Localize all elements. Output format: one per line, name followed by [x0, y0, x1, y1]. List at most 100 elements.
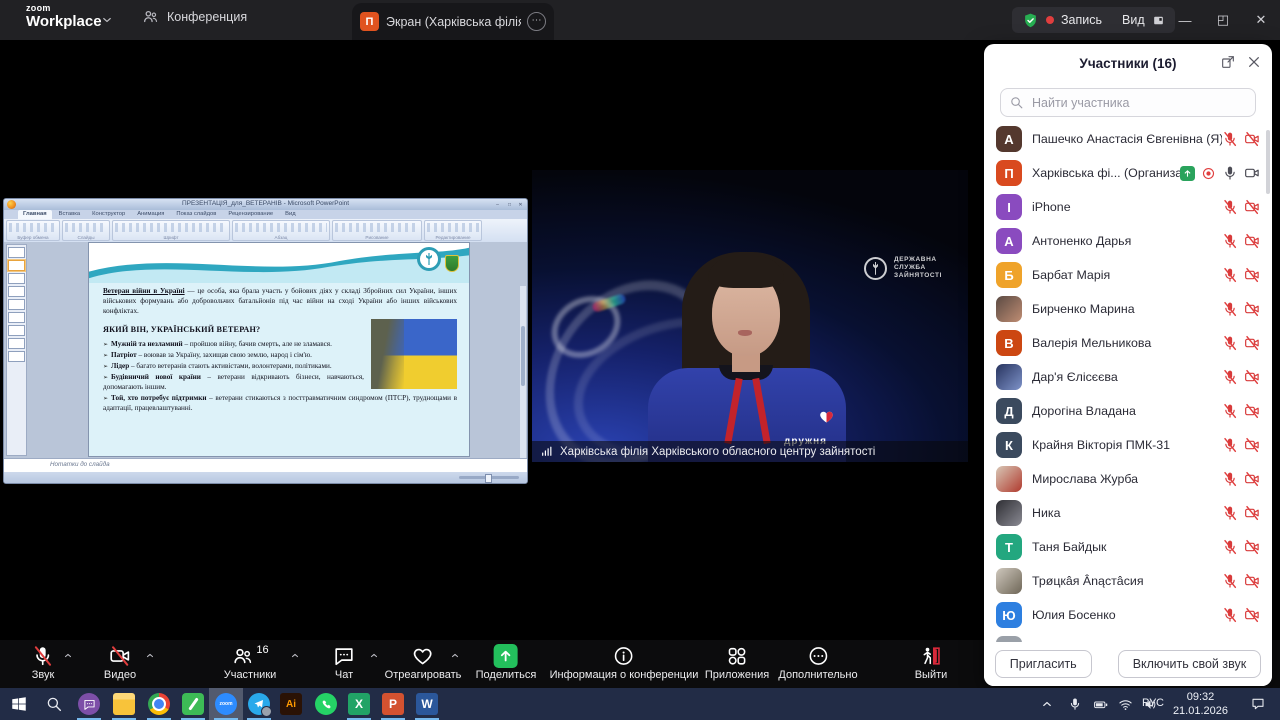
slide-thumbnail[interactable]: [8, 260, 25, 271]
ppt-maximize-button[interactable]: □: [504, 201, 515, 209]
toolbar-leave-button[interactable]: Выйти: [915, 643, 948, 681]
taskbar-whatsapp-icon[interactable]: [309, 688, 343, 720]
toolbar-react-button[interactable]: Отреагировать: [385, 643, 462, 681]
taskbar-telegram-icon[interactable]: [242, 688, 276, 720]
slide-thumbnail[interactable]: [8, 247, 25, 258]
taskbar-clock[interactable]: 09:32 21.01.2026: [1173, 691, 1228, 719]
search-input[interactable]: [1030, 95, 1234, 111]
close-button[interactable]: ✕: [1242, 0, 1280, 40]
participant-search[interactable]: [1000, 88, 1256, 117]
ppt-tab-6[interactable]: Рецензирование: [223, 210, 278, 219]
ppt-ribbon-group[interactable]: Шрифт: [112, 220, 230, 241]
toolbar-participants-button[interactable]: 16Участники: [224, 643, 277, 681]
toolbar-chat-button[interactable]: Чат: [333, 643, 355, 681]
toolbar-video-button[interactable]: Видео: [104, 643, 136, 681]
view-label[interactable]: Вид: [1122, 13, 1145, 27]
ppt-tab-7[interactable]: Вид: [280, 210, 301, 219]
participant-row[interactable]: ПХарківська фі... (Организатор): [984, 156, 1272, 190]
participant-row[interactable]: ББарбат Марія: [984, 258, 1272, 292]
ppt-ribbon-group[interactable]: Абзац: [232, 220, 330, 241]
participant-row[interactable]: ЮЮлия Босенко: [984, 598, 1272, 632]
toolbar-more-button[interactable]: Дополнительно: [778, 643, 857, 681]
taskbar-viber-icon[interactable]: [72, 688, 106, 720]
ppt-slide-thumbnails[interactable]: [6, 244, 27, 456]
ppt-tab-2[interactable]: Вставка: [54, 210, 86, 219]
ppt-tab-3[interactable]: Конструктор: [87, 210, 130, 219]
slide-thumbnail[interactable]: [8, 312, 25, 323]
taskbar-search-icon[interactable]: [37, 688, 71, 720]
minimize-button[interactable]: ―: [1166, 0, 1204, 40]
ppt-tab-1[interactable]: Главная: [18, 210, 52, 219]
participant-row[interactable]: Бирченко Марина: [984, 292, 1272, 326]
camera-off-icon: [1244, 471, 1260, 487]
ppt-editor-body: Ветеран війни в Україні — це особа, яка …: [4, 242, 527, 458]
toolbar-video-chevron[interactable]: [145, 650, 156, 661]
participant-row[interactable]: ДДорогіна Владана: [984, 394, 1272, 428]
slide-thumbnail[interactable]: [8, 351, 25, 362]
chevron-down-icon[interactable]: [100, 13, 114, 27]
taskbar-start-icon[interactable]: [2, 688, 36, 720]
participant-row[interactable]: АПашечко Анастасія Євгенівна (Я): [984, 122, 1272, 156]
slide-thumbnail[interactable]: [8, 338, 25, 349]
slide-thumbnail[interactable]: [8, 325, 25, 336]
taskbar-lines-icon[interactable]: [176, 688, 210, 720]
speaker-video-tile[interactable]: ДЕРЖАВНАСЛУЖБАЗАЙНЯТОСТІ дружня Харківсь…: [532, 170, 968, 462]
tray-mic-icon[interactable]: [1068, 688, 1082, 720]
participant-row[interactable]: Ника: [984, 496, 1272, 530]
toolbar-apps-button[interactable]: Приложения: [705, 643, 769, 681]
tray-chevron-up-icon[interactable]: [1040, 688, 1054, 720]
participant-row[interactable]: ККрайня Вікторія ПМК-31: [984, 428, 1272, 462]
ppt-notes-pane[interactable]: Нотатки до слайда: [4, 458, 527, 472]
participant-row[interactable]: ТТаня Байдык: [984, 530, 1272, 564]
ppt-tab-4[interactable]: Анимация: [132, 210, 169, 219]
security-shield-icon[interactable]: [1022, 12, 1039, 29]
ppt-ribbon-group[interactable]: Слайды: [62, 220, 110, 241]
participant-row[interactable]: ААнтоненко Дарья: [984, 224, 1272, 258]
slide-thumbnail[interactable]: [8, 299, 25, 310]
camera-off-icon: [1244, 131, 1260, 147]
participant-row[interactable]: IiPhone: [984, 190, 1272, 224]
unmute-button[interactable]: Включить свой звук: [1118, 650, 1262, 678]
taskbar-excel-icon[interactable]: X: [342, 688, 376, 720]
slide-thumbnail[interactable]: [8, 286, 25, 297]
ppt-minimize-button[interactable]: –: [492, 201, 503, 209]
toolbar-chat-chevron[interactable]: [369, 650, 380, 661]
tray-wifi-icon[interactable]: [1118, 688, 1133, 720]
ppt-tab-5[interactable]: Показ слайдов: [171, 210, 221, 219]
participant-row[interactable]: Трøцкâя Ânąстâсия: [984, 564, 1272, 598]
participant-row[interactable]: ВВалерія Мельникова: [984, 326, 1272, 360]
toolbar-info-button[interactable]: Информация о конференции: [550, 643, 699, 681]
participant-row[interactable]: Мирослава Журба: [984, 462, 1272, 496]
ppt-zoom-slider[interactable]: [459, 476, 519, 479]
taskbar-chrome-icon[interactable]: [142, 688, 176, 720]
action-center-icon[interactable]: [1250, 688, 1266, 720]
invite-button[interactable]: Пригласить: [995, 650, 1092, 678]
ppt-close-button[interactable]: ✕: [515, 201, 526, 209]
ppt-ribbon-group[interactable]: Рисование: [332, 220, 422, 241]
tab-conference[interactable]: Конференция: [142, 8, 247, 25]
tray-battery-icon[interactable]: [1093, 688, 1108, 720]
toolbar-audio-button[interactable]: Звук: [32, 643, 55, 681]
tab-more-icon[interactable]: ⋯: [527, 12, 546, 31]
participant-row[interactable]: Дар'я Єлісєєва: [984, 360, 1272, 394]
popout-icon[interactable]: [1220, 54, 1236, 70]
taskbar-illustrator-icon[interactable]: Ai: [274, 688, 308, 720]
taskbar-explorer-icon[interactable]: [107, 688, 141, 720]
toolbar-react-chevron[interactable]: [450, 650, 461, 661]
taskbar-powerpoint-icon[interactable]: P: [376, 688, 410, 720]
panel-scrollbar[interactable]: [1266, 130, 1270, 194]
toolbar-participants-chevron[interactable]: [290, 650, 301, 661]
taskbar-zoom-icon[interactable]: zoom: [209, 688, 243, 720]
ppt-scrollbar[interactable]: [520, 286, 526, 484]
panel-close-icon[interactable]: [1246, 54, 1262, 70]
toolbar-audio-chevron[interactable]: [63, 650, 74, 661]
tray-volume-icon[interactable]: [1143, 688, 1158, 720]
view-layout-icon[interactable]: [1152, 14, 1165, 27]
ppt-ribbon-group[interactable]: Буфер обмена: [6, 220, 60, 241]
toolbar-share-button[interactable]: Поделиться: [476, 643, 537, 681]
ppt-ribbon-group[interactable]: Редактирование: [424, 220, 482, 241]
taskbar-word-icon[interactable]: W: [410, 688, 444, 720]
maximize-button[interactable]: ◰: [1204, 0, 1242, 40]
tab-screen-share[interactable]: П Экран (Харківська філія Харківс ⋯: [352, 3, 554, 40]
slide-thumbnail[interactable]: [8, 273, 25, 284]
